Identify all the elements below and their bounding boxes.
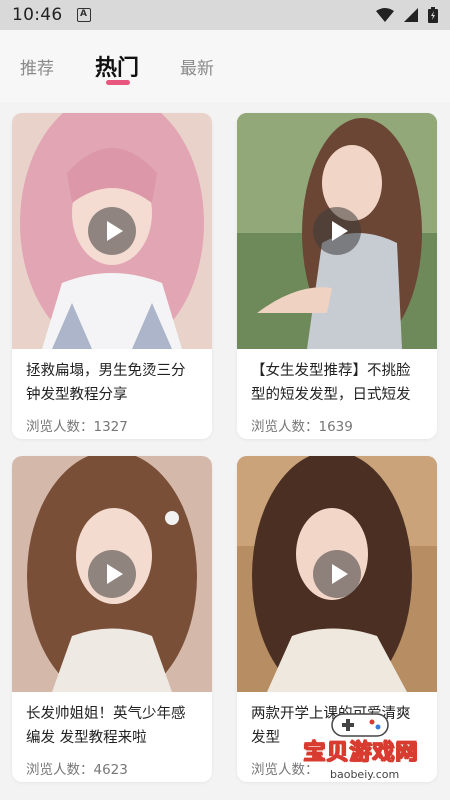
play-button[interactable]: [88, 207, 136, 255]
view-count: 浏览人数：1639: [251, 419, 353, 435]
video-thumbnail[interactable]: [237, 113, 437, 349]
card-title: 拯救扁塌，男生免烫三分钟发型教程分享: [26, 363, 186, 403]
video-card[interactable]: 长发帅姐姐！英气少年感编发 发型教程来啦 浏览人数：4623: [12, 456, 212, 782]
status-icons: [376, 7, 438, 23]
battery-icon: [428, 7, 438, 23]
tab-latest[interactable]: 最新: [180, 54, 214, 79]
view-count: 浏览人数：1327: [26, 419, 128, 435]
watermark-url: baobeiy.com: [326, 768, 404, 781]
tab-bar: 推荐 热门 最新: [0, 30, 450, 102]
site-watermark: 宝贝游戏网 baobeiy.com: [276, 706, 446, 796]
wifi-icon: [376, 8, 394, 22]
play-button[interactable]: [313, 207, 361, 255]
signal-icon: [404, 8, 418, 22]
video-thumbnail[interactable]: [12, 456, 212, 692]
video-thumbnail[interactable]: [12, 113, 212, 349]
tab-hot[interactable]: 热门: [95, 50, 139, 82]
status-bar: 10:46 A: [0, 0, 450, 30]
play-button[interactable]: [313, 550, 361, 598]
card-title: 【女生发型推荐】不挑脸型的短发发型，日式短发: [251, 363, 411, 403]
video-card[interactable]: 拯救扁塌，男生免烫三分钟发型教程分享 浏览人数：1327: [12, 113, 212, 439]
watermark-text: 宝贝游戏网: [303, 740, 419, 766]
active-tab-indicator: [106, 80, 130, 85]
notification-icon: A: [76, 8, 91, 22]
video-thumbnail[interactable]: [237, 456, 437, 692]
play-button[interactable]: [88, 550, 136, 598]
card-title: 长发帅姐姐！英气少年感编发 发型教程来啦: [26, 706, 186, 746]
view-count: 浏览人数：4623: [26, 762, 128, 778]
tab-recommended[interactable]: 推荐: [20, 54, 54, 79]
status-time: 10:46: [12, 5, 63, 25]
video-card[interactable]: 【女生发型推荐】不挑脸型的短发发型，日式短发 浏览人数：1639: [237, 113, 437, 439]
